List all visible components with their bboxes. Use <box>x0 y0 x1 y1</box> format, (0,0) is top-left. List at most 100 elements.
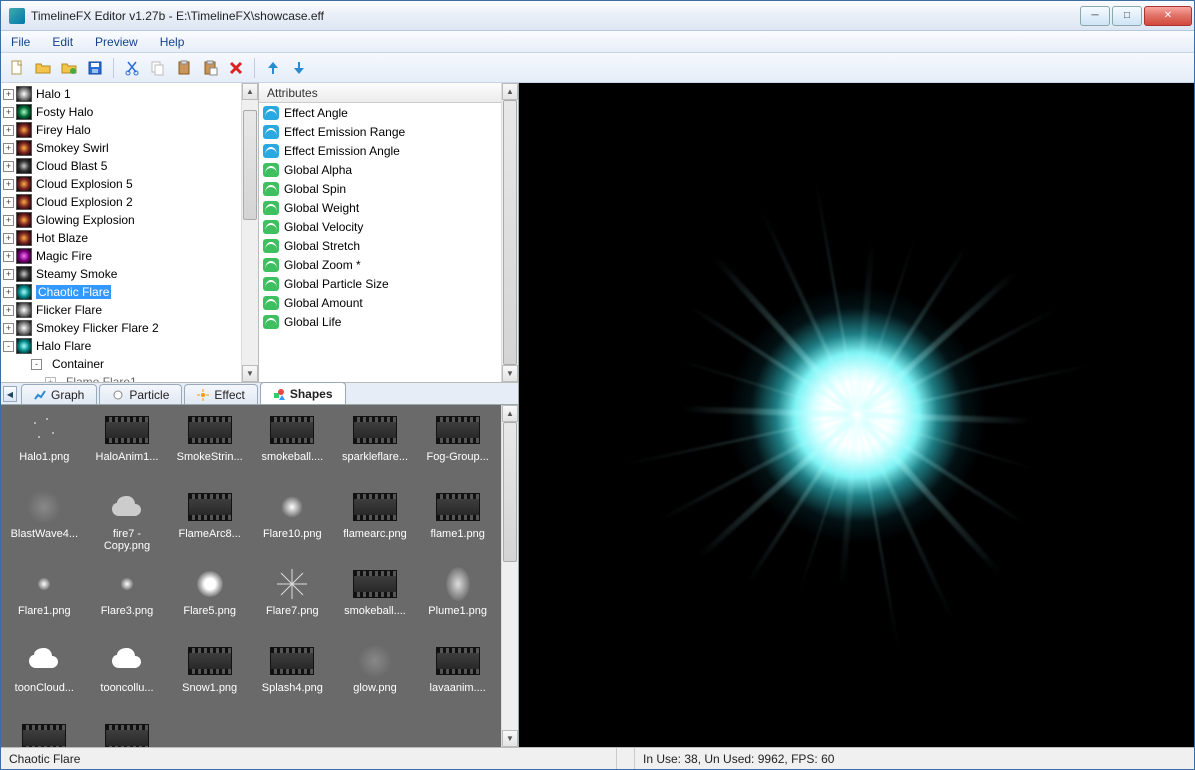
delete-button[interactable] <box>226 58 246 78</box>
tree-item[interactable]: +Magic Fire <box>1 247 241 265</box>
attribute-row[interactable]: Global Alpha <box>259 160 501 179</box>
attribute-row[interactable]: Global Velocity <box>259 217 501 236</box>
tree-item[interactable]: -Halo Flare <box>1 337 241 355</box>
move-up-button[interactable] <box>263 58 283 78</box>
tree-item[interactable]: +Cloud Blast 5 <box>1 157 241 175</box>
expand-icon[interactable]: - <box>31 359 42 370</box>
scroll-thumb[interactable] <box>503 100 517 365</box>
tab-graph[interactable]: Graph <box>21 384 97 404</box>
paste-special-button[interactable] <box>200 58 220 78</box>
shape-item[interactable]: glow.png <box>334 642 417 719</box>
attribute-row[interactable]: Global Life <box>259 312 501 331</box>
attributes-list[interactable]: Attributes Effect AngleEffect Emission R… <box>259 83 501 382</box>
menu-file[interactable]: File <box>7 33 34 51</box>
tree-item[interactable]: -Container <box>1 355 241 373</box>
tree-item[interactable]: +Flicker Flare <box>1 301 241 319</box>
shape-item[interactable]: Flare5.png <box>168 565 251 642</box>
shape-item[interactable]: flamearc.png <box>334 488 417 565</box>
shape-item[interactable]: tooncollu... <box>86 642 169 719</box>
expand-icon[interactable]: + <box>3 197 14 208</box>
effects-tree[interactable]: +Halo 1+Fosty Halo+Firey Halo+Smokey Swi… <box>1 83 241 382</box>
expand-icon[interactable]: + <box>3 107 14 118</box>
shape-item[interactable]: Plume1.png <box>416 565 499 642</box>
shape-item[interactable]: SmokeStrin... <box>168 411 251 488</box>
shape-item[interactable]: Flare3.png <box>86 565 169 642</box>
expand-icon[interactable]: + <box>3 251 14 262</box>
scroll-down-icon[interactable]: ▼ <box>502 730 518 747</box>
shape-item[interactable]: FlameArc8... <box>168 488 251 565</box>
scroll-down-icon[interactable]: ▼ <box>242 365 258 382</box>
shape-item[interactable]: Flare10.png <box>251 488 334 565</box>
menu-help[interactable]: Help <box>156 33 189 51</box>
tree-item[interactable]: +Flame Flare1 <box>1 373 241 382</box>
attribute-row[interactable]: Global Stretch <box>259 236 501 255</box>
tree-item[interactable]: +Halo 1 <box>1 85 241 103</box>
attribute-row[interactable]: Effect Angle <box>259 103 501 122</box>
attribute-row[interactable]: Global Spin <box>259 179 501 198</box>
open-folder-button[interactable] <box>33 58 53 78</box>
expand-icon[interactable]: + <box>3 269 14 280</box>
move-down-button[interactable] <box>289 58 309 78</box>
tree-item[interactable]: +Cloud Explosion 5 <box>1 175 241 193</box>
shape-item[interactable]: Splash4.png <box>251 642 334 719</box>
tree-item[interactable]: +Glowing Explosion <box>1 211 241 229</box>
tree-item[interactable]: +Smokey Flicker Flare 2 <box>1 319 241 337</box>
menu-edit[interactable]: Edit <box>48 33 77 51</box>
tab-particle[interactable]: Particle <box>99 384 182 404</box>
shapes-scrollbar[interactable]: ▲ ▼ <box>501 405 518 747</box>
scroll-down-icon[interactable]: ▼ <box>502 365 518 382</box>
expand-icon[interactable]: + <box>3 179 14 190</box>
attributes-scrollbar[interactable]: ▲ ▼ <box>501 83 518 382</box>
title-bar[interactable]: TimelineFX Editor v1.27b - E:\TimelineFX… <box>1 1 1194 31</box>
expand-icon[interactable]: - <box>3 341 14 352</box>
scroll-thumb[interactable] <box>243 110 257 220</box>
expand-icon[interactable]: + <box>3 323 14 334</box>
shape-item[interactable] <box>86 719 169 747</box>
scroll-thumb[interactable] <box>503 422 517 562</box>
attribute-row[interactable]: Global Amount <box>259 293 501 312</box>
tree-item[interactable]: +Hot Blaze <box>1 229 241 247</box>
expand-icon[interactable]: + <box>3 89 14 100</box>
save-button[interactable] <box>85 58 105 78</box>
expand-icon[interactable]: + <box>3 215 14 226</box>
close-button[interactable]: ✕ <box>1144 6 1192 26</box>
shape-item[interactable]: smokeball.... <box>251 411 334 488</box>
tree-item[interactable]: +Chaotic Flare <box>1 283 241 301</box>
shape-item[interactable]: lavaanim.... <box>416 642 499 719</box>
scroll-up-icon[interactable]: ▲ <box>502 83 518 100</box>
menu-preview[interactable]: Preview <box>91 33 142 51</box>
tree-item[interactable]: +Fosty Halo <box>1 103 241 121</box>
shape-item[interactable]: Halo1.png <box>3 411 86 488</box>
new-file-button[interactable] <box>7 58 27 78</box>
shape-item[interactable]: BlastWave4... <box>3 488 86 565</box>
shape-item[interactable]: Snow1.png <box>168 642 251 719</box>
cut-button[interactable] <box>122 58 142 78</box>
shape-item[interactable]: Fog-Group... <box>416 411 499 488</box>
tab-scroll-left[interactable]: ◀ <box>3 386 17 402</box>
maximize-button[interactable]: □ <box>1112 6 1142 26</box>
shape-item[interactable]: smokeball.... <box>334 565 417 642</box>
tree-item[interactable]: +Smokey Swirl <box>1 139 241 157</box>
shape-item[interactable]: fire7 -Copy.png <box>86 488 169 565</box>
expand-icon[interactable]: + <box>3 161 14 172</box>
scroll-up-icon[interactable]: ▲ <box>242 83 258 100</box>
preview-viewport[interactable] <box>519 83 1194 747</box>
tab-shapes[interactable]: Shapes <box>260 382 346 404</box>
minimize-button[interactable]: ─ <box>1080 6 1110 26</box>
shape-item[interactable]: HaloAnim1... <box>86 411 169 488</box>
scroll-up-icon[interactable]: ▲ <box>502 405 518 422</box>
shape-item[interactable]: Flare7.png <box>251 565 334 642</box>
copy-button[interactable] <box>148 58 168 78</box>
expand-icon[interactable]: + <box>45 377 56 383</box>
shapes-grid[interactable]: Halo1.pngHaloAnim1...SmokeStrin...smokeb… <box>1 405 501 747</box>
shape-item[interactable]: flame1.png <box>416 488 499 565</box>
attribute-row[interactable]: Global Weight <box>259 198 501 217</box>
expand-icon[interactable]: + <box>3 125 14 136</box>
shape-item[interactable]: toonCloud... <box>3 642 86 719</box>
import-button[interactable] <box>59 58 79 78</box>
expand-icon[interactable]: + <box>3 233 14 244</box>
shape-item[interactable] <box>3 719 86 747</box>
shape-item[interactable]: sparkleflare... <box>334 411 417 488</box>
paste-button[interactable] <box>174 58 194 78</box>
expand-icon[interactable]: + <box>3 287 14 298</box>
